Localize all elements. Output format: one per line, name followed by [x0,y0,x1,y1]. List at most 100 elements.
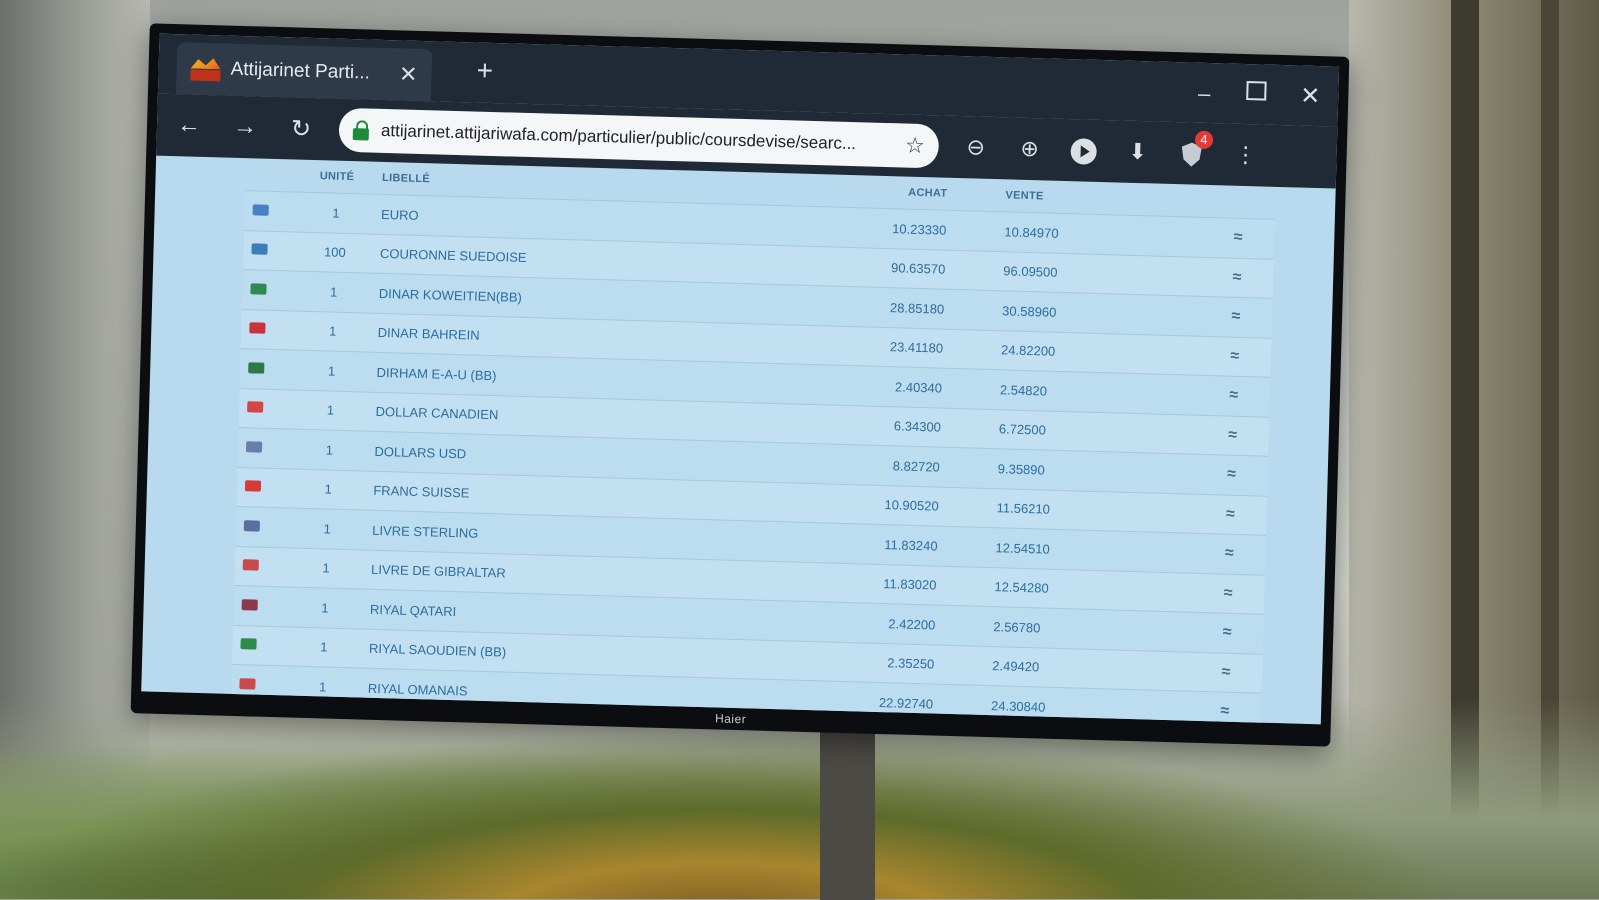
country-flag-icon [244,480,262,492]
sell-rate-cell: 2.49420 [992,658,1040,675]
browser-tab[interactable]: Attijarinet Parti... ✕ [175,42,433,102]
sell-rate-cell: 96.09500 [1003,263,1058,281]
address-bar[interactable]: attijarinet.attijariwafa.com/particulier… [338,107,940,169]
buy-rate-cell: 2.35250 [887,655,935,672]
buy-rate-cell: 90.63570 [890,260,946,277]
notification-badge: 4 [1194,130,1214,150]
unit-cell: 1 [321,600,329,616]
trend-chart-icon[interactable]: ≈ [1231,308,1240,326]
exchange-rates-table: UNITÉ LIBELLÉ ACHAT VENTE 1 EURO 10.2333… [230,158,1276,725]
trend-chart-icon[interactable]: ≈ [1230,347,1239,365]
close-window-button[interactable]: ✕ [1300,82,1321,112]
action-cell: ≈ [1196,415,1269,457]
flag-cell [240,349,295,390]
forward-button[interactable]: → [227,113,264,142]
trend-chart-icon[interactable]: ≈ [1226,505,1235,523]
trend-chart-icon[interactable]: ≈ [1227,466,1236,484]
minimize-button[interactable]: – [1198,81,1211,107]
trend-chart-icon[interactable]: ≈ [1233,229,1242,247]
sell-rate-cell: 12.54280 [994,579,1049,596]
unit-cell: 1 [320,639,328,655]
attijari-logo-icon [190,57,221,82]
sell-rate-cell: 30.58960 [1001,303,1057,320]
sell-rate-cell: 9.35890 [997,460,1045,478]
unit-cell: 1 [325,442,334,458]
action-cell: ≈ [1195,454,1268,496]
buy-rate-cell: 8.82720 [892,458,941,475]
maximize-button[interactable] [1246,80,1267,107]
buy-rate-cell: 28.85180 [889,299,945,317]
shield-extension-button[interactable]: 4 [1174,130,1214,167]
tab-close-icon[interactable]: ✕ [399,61,418,88]
trend-chart-icon[interactable]: ≈ [1225,545,1234,563]
trend-chart-icon[interactable]: ≈ [1229,387,1238,405]
action-cell: ≈ [1188,691,1261,724]
tab-title: Attijarinet Parti... [230,58,371,84]
flag-cell [233,585,288,626]
unit-cell: 1 [329,284,338,300]
action-cell: ≈ [1199,296,1272,338]
trend-chart-icon[interactable]: ≈ [1220,703,1229,721]
flag-cell [238,428,293,469]
action-header [1202,184,1276,220]
buy-rate-cell: 2.40340 [894,379,943,396]
action-cell: ≈ [1189,652,1262,694]
trend-chart-icon[interactable]: ≈ [1232,268,1241,286]
buy-rate-cell: 2.42200 [888,615,936,633]
unit-header: UNITÉ [299,159,375,195]
browser-menu-icon[interactable]: ⋮ [1228,142,1263,169]
zoom-in-icon[interactable]: ⊕ [1012,136,1047,163]
back-button[interactable]: ← [171,111,208,140]
trend-chart-icon[interactable]: ≈ [1222,624,1231,642]
flag-cell [242,270,297,311]
flag-cell [236,467,291,508]
unit-cell: 1 [327,363,336,379]
country-flag-icon [247,401,264,413]
unit-cell: 100 [323,244,346,261]
flag-cell [232,625,287,666]
sell-rate-cell: 24.82200 [1000,342,1056,360]
exchange-rates-page: UNITÉ LIBELLÉ ACHAT VENTE 1 EURO 10.2333… [141,156,1336,725]
sell-rate-cell: 24.30840 [990,697,1046,715]
bookmark-star-icon[interactable]: ☆ [905,133,925,160]
sell-rate-cell: 12.54510 [995,539,1050,557]
buy-rate-cell: 10.90520 [884,497,939,514]
trend-chart-icon[interactable]: ≈ [1224,584,1233,602]
reload-button[interactable]: ↻ [283,114,320,144]
buy-rate-cell: 6.34300 [893,418,942,435]
download-icon[interactable]: ⬇ [1120,139,1155,166]
flag-cell [243,230,298,271]
trend-chart-icon[interactable]: ≈ [1228,426,1237,444]
sell-rate-cell: 2.56780 [993,618,1041,636]
country-flag-icon [251,243,268,256]
unit-cell: 1 [322,560,330,576]
unit-cell: 1 [332,205,340,221]
buy-rate-cell: 11.83020 [883,576,937,593]
flag-cell [234,546,289,587]
action-cell: ≈ [1200,257,1273,299]
trend-chart-icon[interactable]: ≈ [1221,663,1230,681]
flag-cell [241,309,296,350]
new-tab-button[interactable]: + [476,55,493,87]
buy-rate-cell: 23.41180 [889,339,944,356]
lock-icon [352,120,370,141]
unit-cell: 1 [328,323,337,339]
buy-rate-cell: 11.83240 [884,536,938,554]
buy-rate-cell: 10.23330 [891,220,947,238]
zoom-out-icon[interactable]: ⊖ [958,134,993,161]
sell-rate-cell: 6.72500 [998,421,1047,438]
country-flag-icon [239,677,256,690]
url-text[interactable]: attijarinet.attijariwafa.com/particulier… [381,121,894,155]
country-flag-icon [252,204,269,216]
unit-cell: 1 [323,521,332,537]
unit-cell: 1 [324,481,333,497]
flag-cell [239,388,294,429]
play-icon [1070,137,1098,165]
country-flag-icon [242,559,259,571]
unit-cell: 1 [326,402,335,418]
sell-rate-cell: 10.84970 [1004,224,1059,241]
action-cell: ≈ [1194,494,1267,536]
action-cell: ≈ [1197,375,1270,417]
monitor-stand [820,730,875,900]
play-button[interactable] [1066,136,1101,165]
